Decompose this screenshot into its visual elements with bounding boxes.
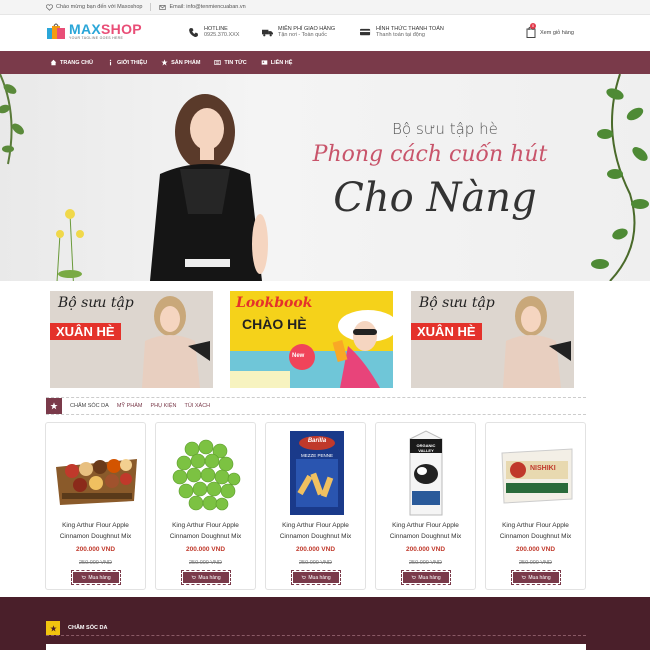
card-payment-icon bbox=[360, 28, 371, 35]
product-price: 200.000 VND bbox=[185, 546, 226, 553]
section-header-skin-care: CHĂM SÓC DA bbox=[46, 621, 586, 636]
box-brand: Barilla bbox=[307, 438, 327, 444]
product-price: 200.000 VND bbox=[75, 546, 116, 553]
section-content-start bbox=[46, 644, 586, 650]
cart-icon bbox=[81, 575, 87, 579]
box-brand: NISHIKI bbox=[530, 465, 556, 472]
nav-item-about[interactable]: GIỚI THIỆU bbox=[107, 59, 147, 66]
phone-icon bbox=[189, 27, 198, 37]
info-icon bbox=[109, 59, 112, 66]
product-card[interactable]: King Arthur Flour Apple Cinnamon Doughnu… bbox=[45, 422, 146, 590]
product-image-gift-basket[interactable] bbox=[52, 429, 141, 517]
left-vine-decoration bbox=[0, 74, 24, 165]
divider bbox=[150, 3, 152, 11]
star-icon bbox=[46, 398, 62, 414]
product-name[interactable]: King Arthur Flour Apple Cinnamon Doughnu… bbox=[380, 520, 471, 542]
buy-button[interactable]: Mua hàng bbox=[401, 570, 451, 585]
product-card[interactable]: King Arthur Flour Apple Cinnamon Doughnu… bbox=[155, 422, 256, 590]
tab-cosmetics[interactable]: MỸ PHẨM bbox=[117, 403, 143, 409]
main-nav: TRANG CHỦ GIỚI THIỆU SẢN PHẨM TIN TỨC LI… bbox=[0, 51, 650, 74]
shopping-bag-icon bbox=[46, 22, 66, 40]
product-card[interactable]: ORGANIC VALLEY King Arthur Flour Apple C… bbox=[375, 422, 476, 590]
tab-handbags[interactable]: TÚI XÁCH bbox=[184, 403, 210, 409]
promo-banner-lookbook[interactable]: Lookbook CHÀO HÈ New bbox=[230, 291, 393, 388]
buy-button[interactable]: Mua hàng bbox=[511, 570, 561, 585]
email-link[interactable]: Email: info@tenmiencuaban.vn bbox=[159, 4, 246, 11]
star-icon bbox=[46, 621, 60, 635]
product-old-price: 250.000 VND bbox=[408, 560, 443, 566]
welcome-message: Chào mừng bạn đến với Maxoshop bbox=[46, 3, 142, 11]
product-price: 200.000 VND bbox=[295, 546, 336, 553]
tab-skin-care[interactable]: CHĂM SÓC DA bbox=[70, 403, 109, 409]
product-name[interactable]: King Arthur Flour Apple Cinnamon Doughnu… bbox=[160, 520, 251, 542]
cart-icon bbox=[301, 575, 307, 579]
product-image-rice-bag[interactable]: NISHIKI bbox=[492, 429, 581, 517]
payment-info: HÌNH THỨC THANH TOÁN Thanh toán tại động bbox=[360, 26, 444, 38]
bottom-section: CHĂM SÓC DA bbox=[0, 597, 650, 650]
product-old-price: 250.000 VND bbox=[188, 560, 223, 566]
banner-text: Bộ sưu tập hè Phong cách cuốn hút Cho Nà… bbox=[300, 120, 560, 221]
nav-item-products[interactable]: SẢN PHẨM bbox=[161, 59, 200, 66]
right-vine-decoration bbox=[591, 74, 649, 281]
hero-banner[interactable]: Bộ sưu tập hè Phong cách cuốn hút Cho Nà… bbox=[0, 74, 650, 281]
logo[interactable]: MAXSHOP YOUR TAGLINE GOES HERE bbox=[46, 22, 142, 40]
truck-icon bbox=[262, 29, 273, 36]
shipping-info: MIỄN PHÍ GIAO HÀNG Tận nơi - Toàn quốc bbox=[262, 26, 335, 38]
product-old-price: 250.000 VND bbox=[78, 560, 113, 566]
section-title[interactable]: CHĂM SÓC DA bbox=[68, 625, 107, 631]
box-label: MEZZE PENNE bbox=[300, 453, 333, 458]
cart-label: Xem giỏ hàng bbox=[540, 30, 574, 36]
banner-title: Cho Nàng bbox=[333, 175, 537, 221]
product-image-green-peas[interactable] bbox=[162, 429, 251, 517]
buy-button[interactable]: Mua hàng bbox=[71, 570, 121, 585]
top-bar: Chào mừng bạn đến với Maxoshop Email: in… bbox=[0, 0, 650, 15]
view-cart-button[interactable]: 0 Xem giỏ hàng bbox=[526, 23, 574, 40]
new-badge: New bbox=[292, 353, 305, 359]
envelope-icon bbox=[159, 4, 167, 10]
product-name[interactable]: King Arthur Flour Apple Cinnamon Doughnu… bbox=[270, 520, 361, 542]
hotline-info: HOTLINE 0925.370.XXX bbox=[188, 26, 239, 38]
buy-button[interactable]: Mua hàng bbox=[181, 570, 231, 585]
box-brand: ORGANIC VALLEY bbox=[416, 443, 436, 453]
contact-card-icon bbox=[261, 60, 268, 65]
logo-tagline: YOUR TAGLINE GOES HERE bbox=[69, 36, 124, 40]
banner-subtitle: Bộ sưu tập hè bbox=[392, 120, 498, 138]
cart-count-badge: 0 bbox=[530, 23, 536, 29]
product-image-milk-carton[interactable]: ORGANIC VALLEY bbox=[382, 429, 471, 517]
cart-icon bbox=[191, 575, 197, 579]
cart-icon bbox=[411, 575, 417, 579]
product-card[interactable]: Barilla MEZZE PENNE King Arthur Flour Ap… bbox=[265, 422, 366, 590]
logo-name: MAXSHOP bbox=[69, 21, 142, 37]
nav-item-home[interactable]: TRANG CHỦ bbox=[50, 59, 93, 66]
model-figure bbox=[150, 94, 268, 281]
product-price: 200.000 VND bbox=[515, 546, 556, 553]
header: MAXSHOP YOUR TAGLINE GOES HERE HOTLINE 09… bbox=[0, 15, 650, 51]
cart-icon bbox=[521, 575, 527, 579]
nav-item-contact[interactable]: LIÊN HỆ bbox=[261, 59, 292, 66]
flower-decoration bbox=[56, 209, 84, 281]
star-icon bbox=[161, 59, 168, 66]
newspaper-icon bbox=[214, 60, 222, 65]
product-name[interactable]: King Arthur Flour Apple Cinnamon Doughnu… bbox=[50, 520, 141, 542]
product-card[interactable]: NISHIKI King Arthur Flour Apple Cinnamon… bbox=[485, 422, 586, 590]
product-image-pasta-box[interactable]: Barilla MEZZE PENNE bbox=[272, 429, 361, 517]
product-old-price: 250.000 VND bbox=[298, 560, 333, 566]
category-tabs: CHĂM SÓC DA MỸ PHẨM PHỤ KIỆN TÚI XÁCH bbox=[46, 397, 586, 415]
product-old-price: 250.000 VND bbox=[518, 560, 553, 566]
buy-button[interactable]: Mua hàng bbox=[291, 570, 341, 585]
promo-banner-spring-summer-1[interactable]: Bộ sưu tập XUÂN HÈ bbox=[50, 291, 213, 388]
home-icon bbox=[50, 59, 57, 66]
product-price: 200.000 VND bbox=[405, 546, 446, 553]
heart-icon bbox=[46, 3, 53, 11]
promo-banner-spring-summer-2[interactable]: Bộ sưu tập XUÂN HÈ bbox=[411, 291, 574, 388]
nav-item-news[interactable]: TIN TỨC bbox=[214, 59, 247, 66]
product-name[interactable]: King Arthur Flour Apple Cinnamon Doughnu… bbox=[490, 520, 581, 542]
tab-accessories[interactable]: PHỤ KIỆN bbox=[150, 403, 176, 409]
banner-tagline: Phong cách cuốn hút bbox=[312, 142, 548, 167]
